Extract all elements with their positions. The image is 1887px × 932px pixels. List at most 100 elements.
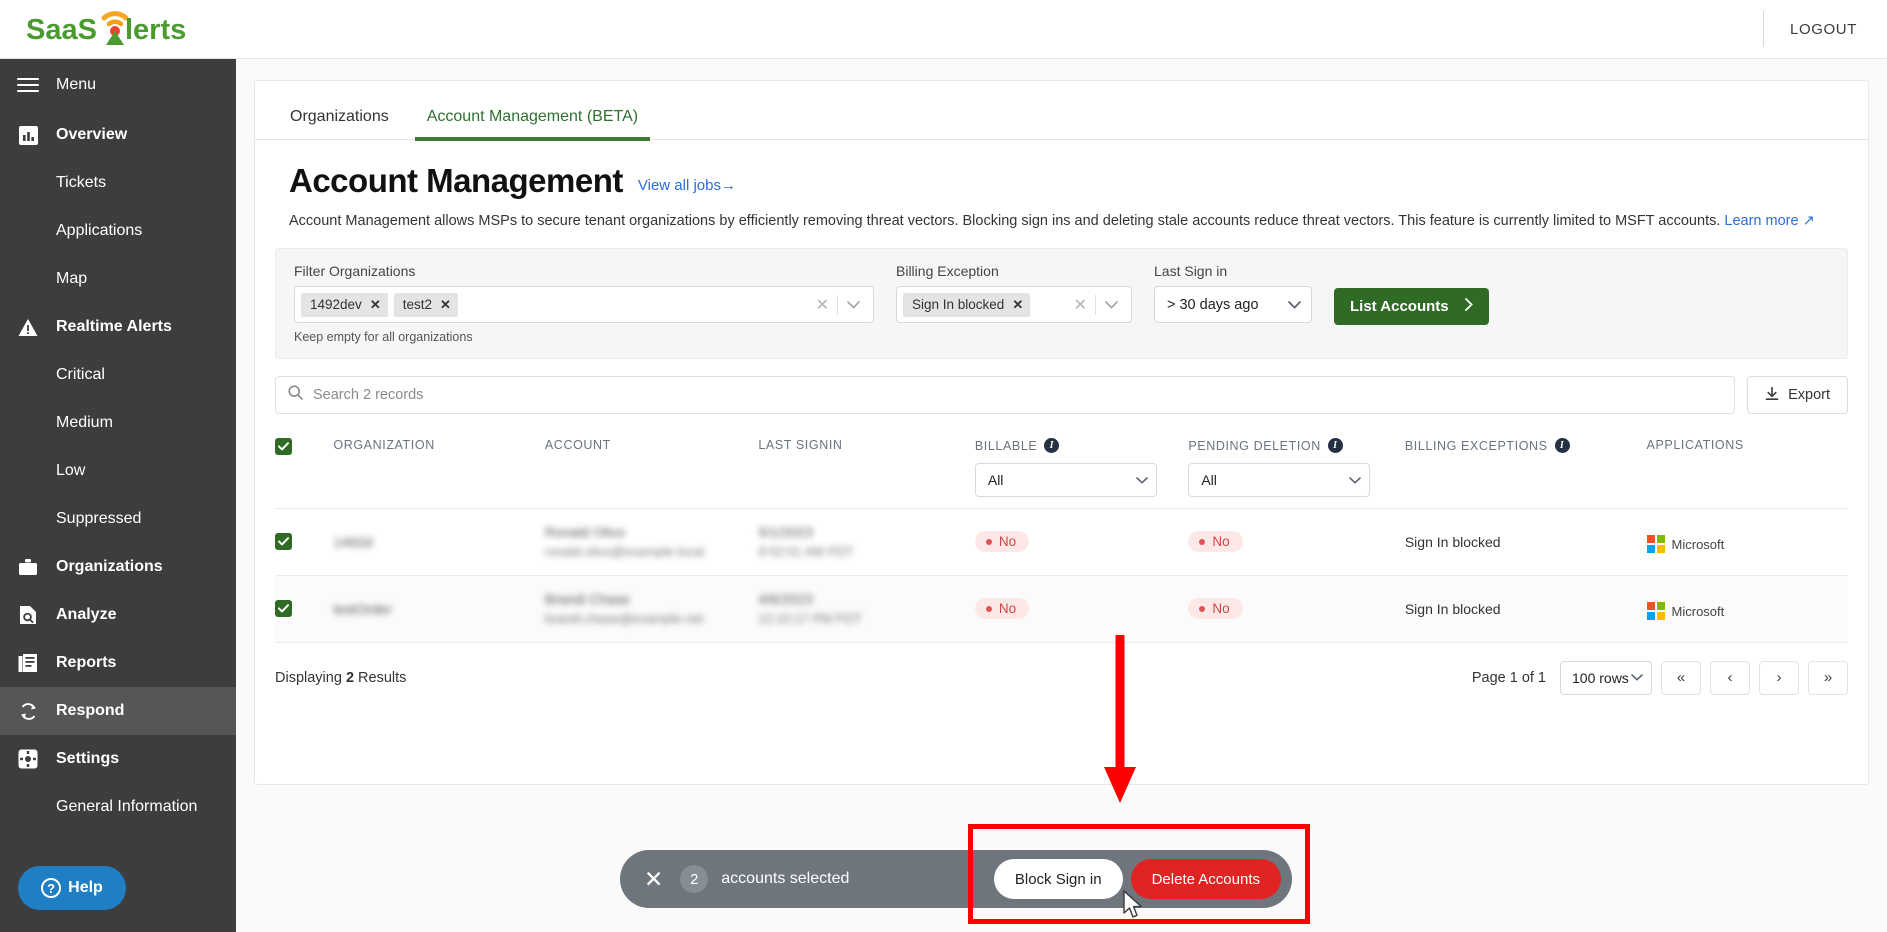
last-page-button[interactable]: »	[1808, 660, 1848, 695]
info-icon[interactable]: i	[1044, 438, 1060, 453]
help-button[interactable]: ? Help	[18, 866, 126, 910]
filter-organizations-multiselect[interactable]: 1492dev ✕ test2 ✕ ✕	[294, 286, 874, 323]
bar-chart-icon	[0, 125, 56, 145]
main-content: Organizations Account Management (BETA) …	[236, 59, 1887, 932]
search-input[interactable]	[313, 387, 1723, 403]
sidebar-item-respond[interactable]: Respond	[0, 687, 236, 735]
warning-triangle-icon	[0, 318, 56, 337]
filter-last-signin-select[interactable]: > 30 days ago	[1154, 286, 1312, 323]
logout-button[interactable]: LOGOUT	[1790, 21, 1887, 38]
page-title: Account Management	[289, 162, 623, 199]
row-checkbox[interactable]	[275, 600, 292, 617]
app-logo[interactable]: SaaS lerts	[0, 0, 236, 59]
cell-applications: Microsoft	[1646, 575, 1848, 643]
sidebar-item-critical[interactable]: Critical	[0, 351, 236, 399]
sidebar-item-map[interactable]: Map	[0, 255, 236, 303]
billable-value: No	[998, 601, 1017, 616]
list-accounts-button[interactable]: List Accounts	[1334, 288, 1489, 325]
pending-deletion-value: No	[1212, 534, 1230, 549]
cell-last-signin: 4/6/2023 12:10:17 PM PDT	[758, 575, 975, 643]
status-dot-icon	[1199, 605, 1206, 612]
learn-more-link[interactable]: Learn more	[1724, 213, 1798, 229]
help-label: Help	[68, 879, 103, 896]
delete-accounts-button[interactable]: Delete Accounts	[1130, 859, 1281, 899]
info-icon[interactable]: i	[1327, 438, 1343, 453]
sidebar-item-general-information[interactable]: General Information	[0, 783, 236, 831]
info-icon[interactable]: i	[1554, 438, 1570, 453]
selected-text: accounts selected	[721, 870, 850, 887]
rows-per-page-select[interactable]: 100 rows	[1560, 660, 1652, 695]
search-icon	[288, 385, 303, 405]
tab-organizations[interactable]: Organizations	[278, 108, 401, 139]
export-label: Export	[1788, 387, 1830, 403]
th-applications: APPLICATIONS	[1646, 430, 1848, 509]
sidebar-item-suppressed[interactable]: Suppressed	[0, 495, 236, 543]
sidebar-item-organizations[interactable]: Organizations	[0, 543, 236, 591]
select-all-checkbox[interactable]	[275, 438, 292, 455]
clear-all-icon[interactable]: ✕	[1066, 295, 1095, 315]
export-button[interactable]: Export	[1747, 376, 1848, 414]
chip-org-2: test2 ✕	[393, 292, 458, 317]
sidebar-item-overview[interactable]: Overview	[0, 111, 236, 159]
block-sign-in-button[interactable]: Block Sign in	[993, 859, 1123, 899]
close-icon[interactable]: ✕	[644, 867, 663, 891]
clear-all-icon[interactable]: ✕	[808, 295, 837, 315]
microsoft-logo: Microsoft	[1646, 602, 1724, 620]
sidebar-item-low[interactable]: Low	[0, 447, 236, 495]
cell-account: Brandi Chase brandi.chase@example.net	[544, 575, 759, 643]
th-label: ORGANIZATION	[333, 438, 435, 452]
chip-label: Sign In blocked	[912, 297, 1005, 312]
account-email: brandi.chase@example.net	[544, 610, 704, 626]
cell-pending-deletion: No	[1188, 508, 1405, 576]
sidebar-item-analyze[interactable]: Analyze	[0, 591, 236, 639]
cell-billable: No	[974, 575, 1189, 643]
top-bar: SaaS lerts LOGOUT	[0, 0, 1887, 59]
sidebar-item-label: Suppressed	[56, 510, 142, 527]
sidebar-item-realtime-alerts[interactable]: Realtime Alerts	[0, 303, 236, 351]
table-row[interactable]: 1492d Ronald Olivo ronald.olivo@example.…	[275, 508, 1848, 576]
cell-checkbox	[275, 575, 334, 643]
filter-billing-exception-multiselect[interactable]: Sign In blocked ✕ ✕	[896, 286, 1132, 323]
chevron-down-icon	[1349, 476, 1362, 484]
sidebar-item-label: Medium	[56, 414, 113, 431]
chevron-down-icon[interactable]	[838, 300, 869, 309]
first-page-button[interactable]: «	[1661, 660, 1701, 695]
cell-organization: 1492d	[333, 508, 545, 576]
displaying-prefix: Displaying	[275, 669, 342, 686]
pending-deletion-badge: No	[1188, 531, 1243, 552]
sidebar-menu-toggle[interactable]: Menu	[0, 59, 236, 111]
tab-account-management[interactable]: Account Management (BETA)	[414, 108, 651, 141]
multiselect-controls: ✕	[808, 294, 869, 315]
row-checkbox[interactable]	[275, 533, 292, 550]
filter-billing-exception-label: Billing Exception	[896, 263, 999, 279]
sidebar-item-settings[interactable]: Settings	[0, 735, 236, 783]
table-body: 1492d Ronald Olivo ronald.olivo@example.…	[275, 508, 1848, 643]
search-box[interactable]	[275, 376, 1736, 414]
sidebar-item-applications[interactable]: Applications	[0, 207, 236, 255]
hamburger-icon	[0, 74, 56, 96]
filter-billing-exception-group: Billing Exception Sign In blocked ✕ ✕	[896, 263, 1132, 323]
billable-filter-select[interactable]: All	[974, 463, 1157, 497]
displaying-count: 2	[345, 669, 355, 686]
chip-remove-icon[interactable]: ✕	[440, 297, 451, 313]
billable-badge: No	[974, 598, 1030, 619]
sidebar-item-label: Organizations	[56, 558, 163, 575]
sidebar-item-label: Applications	[56, 222, 143, 239]
sidebar-item-tickets[interactable]: Tickets	[0, 159, 236, 207]
chip-remove-icon[interactable]: ✕	[370, 297, 381, 313]
sidebar-item-medium[interactable]: Medium	[0, 399, 236, 447]
pagination: Page 1 of 1 100 rows « ‹ › »	[1472, 660, 1848, 695]
table-row[interactable]: testOrder Brandi Chase brandi.chase@exam…	[275, 575, 1848, 643]
filter-organizations-label: Filter Organizations	[294, 263, 416, 279]
chip-remove-icon[interactable]: ✕	[1012, 297, 1023, 313]
billable-badge: No	[974, 531, 1030, 552]
sidebar-item-reports[interactable]: Reports	[0, 639, 236, 687]
account-email: ronald.olivo@example.local	[544, 543, 705, 559]
next-page-button[interactable]: ›	[1759, 660, 1799, 695]
view-all-jobs-link[interactable]: View all jobs→	[638, 177, 736, 200]
prev-page-button[interactable]: ‹	[1710, 660, 1750, 695]
cell-account: Ronald Olivo ronald.olivo@example.local	[544, 508, 759, 576]
pending-deletion-filter-select[interactable]: All	[1188, 463, 1371, 497]
chevron-down-icon[interactable]	[1096, 300, 1127, 309]
cell-checkbox	[275, 508, 334, 576]
